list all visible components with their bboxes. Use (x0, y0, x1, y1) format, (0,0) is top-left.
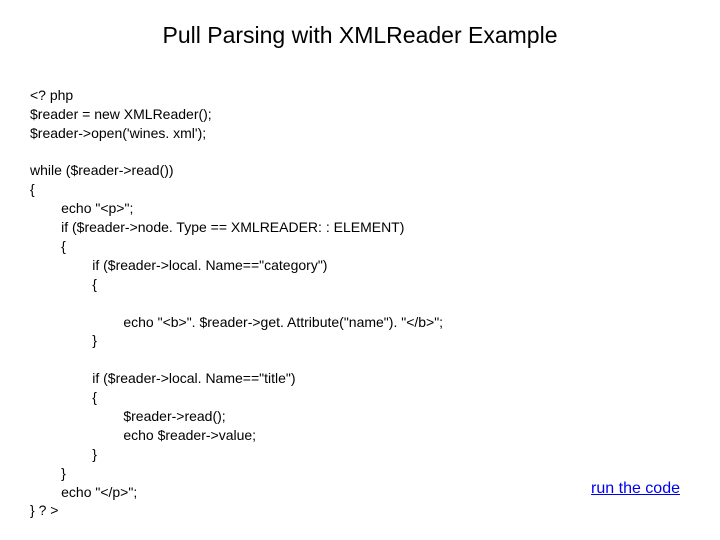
code-line: { (30, 389, 97, 405)
code-line: echo $reader->value; (30, 427, 256, 443)
code-line: echo "<b>". $reader->get. Attribute("nam… (30, 314, 443, 330)
slide-title: Pull Parsing with XMLReader Example (30, 22, 690, 49)
code-line: { (30, 181, 35, 197)
code-line: $reader->read(); (30, 408, 226, 424)
code-block: <? php $reader = new XMLReader(); $reade… (30, 67, 690, 520)
run-code-link[interactable]: run the code (591, 480, 680, 498)
code-line: if ($reader->node. Type == XMLREADER: : … (30, 219, 404, 235)
code-line: if ($reader->local. Name=="category") (30, 257, 327, 273)
code-line: echo "</p>"; (30, 484, 137, 500)
code-line: while ($reader->read()) (30, 162, 174, 178)
code-line: { (30, 238, 66, 254)
code-line: } (30, 465, 66, 481)
code-line: echo "<p>"; (30, 200, 133, 216)
slide: Pull Parsing with XMLReader Example <? p… (0, 0, 720, 540)
code-line: <? php (30, 87, 73, 103)
code-line: } ? > (30, 502, 58, 518)
code-line: $reader = new XMLReader(); (30, 106, 212, 122)
code-line: $reader->open('wines. xml'); (30, 125, 206, 141)
code-line: } (30, 332, 97, 348)
code-line: if ($reader->local. Name=="title") (30, 370, 296, 386)
code-line: } (30, 446, 97, 462)
code-line: { (30, 276, 97, 292)
